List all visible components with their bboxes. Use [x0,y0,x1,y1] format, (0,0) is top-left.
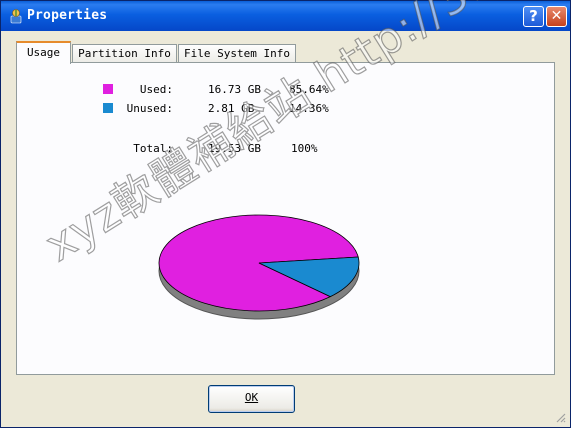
help-button[interactable]: ? [523,6,544,27]
unused-size: 2.81 GB [208,102,255,115]
close-button[interactable]: ✕ [546,6,567,27]
tab-usage[interactable]: Usage [16,41,71,64]
used-size: 16.73 GB [208,83,261,96]
properties-dialog: Properties ? ✕ Usage Partition Info File… [0,0,571,428]
title-bar[interactable]: Properties ? ✕ [1,1,570,31]
unused-label: Unused: [126,102,173,115]
ok-button-label: OK [244,391,259,404]
used-percent: 85.64% [289,83,329,96]
unused-color-swatch [103,103,113,113]
tab-partition-info[interactable]: Partition Info [72,44,177,63]
used-color-swatch [103,84,113,94]
total-size: 19.53 GB [208,142,261,155]
usage-pie-chart [158,214,360,320]
resize-grip-icon[interactable] [554,411,566,423]
usage-panel: Used: 16.73 GB 85.64% Unused: 2.81 GB 14… [16,62,555,375]
ok-button[interactable]: OK [208,385,295,413]
app-icon [10,9,22,24]
unused-percent: 14.36% [289,102,329,115]
total-percent: 100% [291,142,318,155]
total-label: Total: [133,142,173,155]
tab-file-system-info[interactable]: File System Info [178,44,296,63]
used-label: Used: [139,83,173,96]
window-title: Properties [27,8,108,23]
